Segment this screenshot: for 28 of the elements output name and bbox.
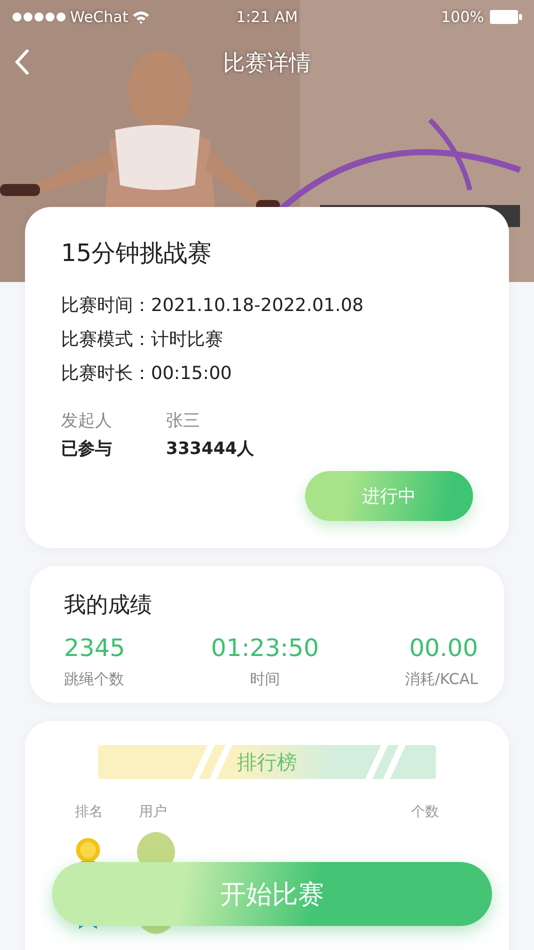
column-header: 个数 xyxy=(411,803,439,821)
stat-value: 00.00 xyxy=(409,634,478,662)
organizer-name: 张三 xyxy=(166,410,201,433)
stat-value: 2345 xyxy=(64,634,126,662)
column-header: 排名 xyxy=(75,803,104,821)
contest-title: 15分钟挑战赛 xyxy=(61,238,213,269)
stat-label: 时间 xyxy=(250,670,280,689)
results-title: 我的成绩 xyxy=(64,592,153,620)
detail-label: 比赛时长： xyxy=(61,362,151,386)
detail-value: 计时比赛 xyxy=(151,328,223,352)
participants-label: 已参与 xyxy=(61,438,113,461)
stat-label: 消耗/KCAL xyxy=(404,670,478,689)
detail-value: 2021.10.18-2022.01.08 xyxy=(151,294,364,318)
carrier-name: WeChat xyxy=(70,8,128,26)
status-time: 1:21 AM xyxy=(236,8,298,26)
participants-count: 333444人 xyxy=(166,438,255,461)
detail-label: 比赛时间： xyxy=(61,294,151,318)
start-button[interactable]: 开始比赛 xyxy=(52,862,492,926)
detail-value: 00:15:00 xyxy=(151,362,232,386)
status-button[interactable]: 进行中 xyxy=(305,471,473,521)
leaderboard-title: 排行榜 xyxy=(237,748,297,776)
stat-value: 01:23:50 xyxy=(211,634,319,662)
detail-label: 比赛模式： xyxy=(61,328,151,352)
battery-percent: 100% xyxy=(441,8,484,26)
column-header: 用户 xyxy=(139,803,168,821)
organizer-label: 发起人 xyxy=(61,410,113,433)
stat-label: 跳绳个数 xyxy=(64,670,124,689)
page-title: 比赛详情 xyxy=(223,50,311,78)
